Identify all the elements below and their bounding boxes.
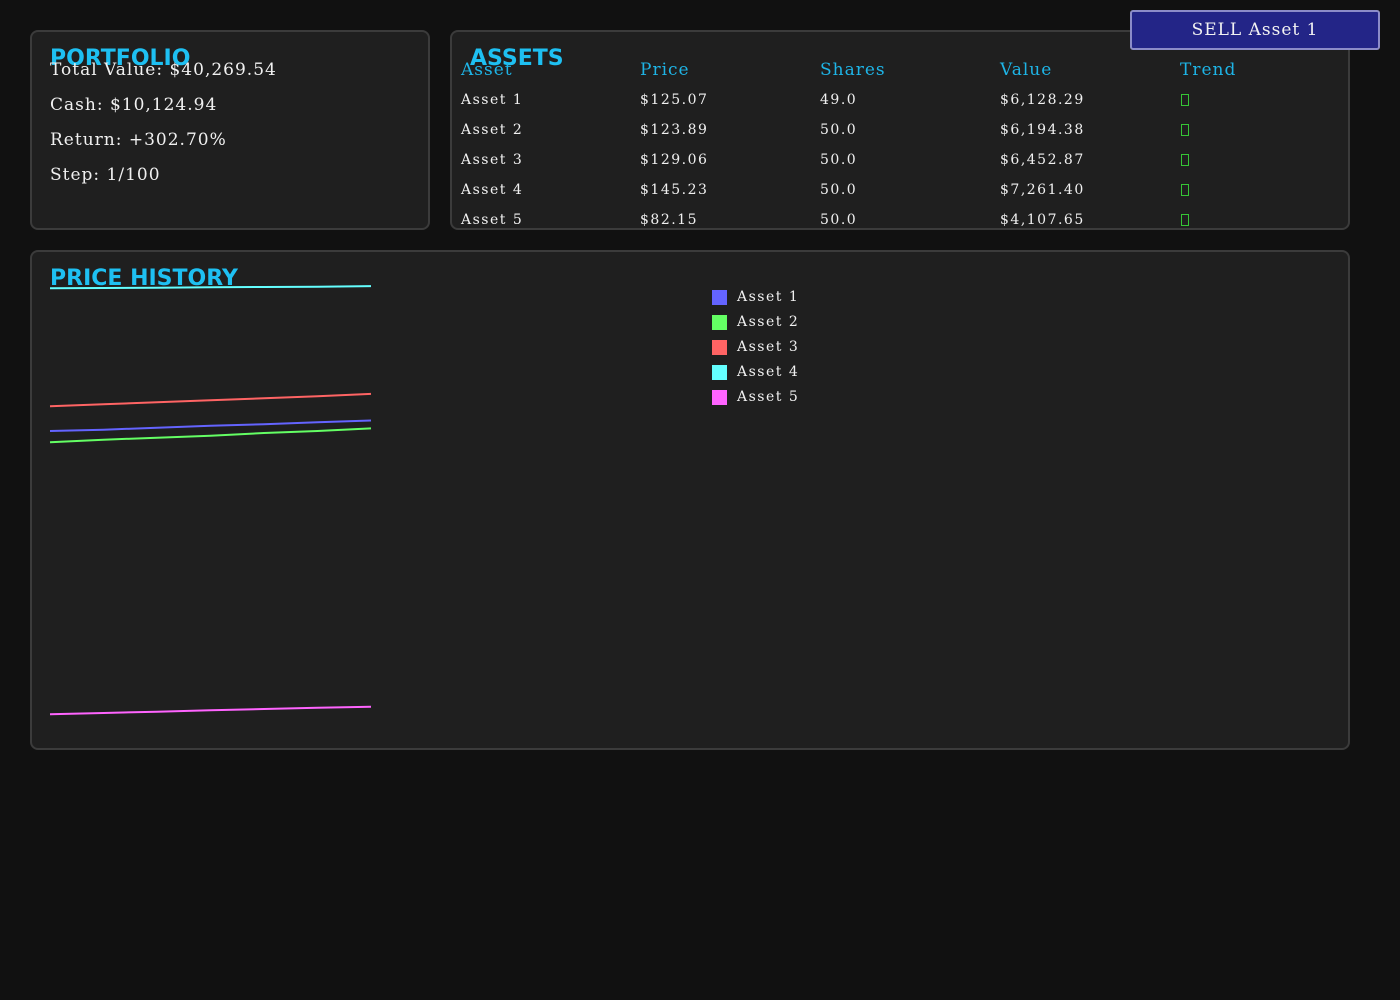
- table-row[interactable]: Asset 4 $145.23 50.0 $7,261.40: [452, 182, 1348, 212]
- assets-panel: ASSETS Asset Price Shares Value Trend As…: [450, 30, 1350, 230]
- shares-cell: 49.0: [820, 92, 858, 108]
- value-cell: $6,452.87: [1000, 152, 1085, 168]
- price-cell: $125.07: [640, 92, 709, 108]
- shares-cell: 50.0: [820, 182, 858, 198]
- portfolio-panel: PORTFOLIO Total Value: $40,269.54 Cash: …: [30, 30, 430, 230]
- table-row[interactable]: Asset 1 $125.07 49.0 $6,128.29: [452, 92, 1348, 122]
- price-history-panel: PRICE HISTORY Asset 1 Asset 2 Asset 3 As…: [30, 250, 1350, 750]
- shares-cell: 50.0: [820, 212, 858, 228]
- legend-label: Asset 3: [737, 339, 800, 355]
- trend-up-icon: [1181, 124, 1189, 136]
- trend-up-icon: [1181, 184, 1189, 196]
- shares-cell: 50.0: [820, 122, 858, 138]
- column-header-asset: Asset: [461, 60, 513, 80]
- series-line-asset-1: [49, 419, 372, 432]
- price-cell: $145.23: [640, 182, 709, 198]
- legend-swatch: [712, 340, 727, 355]
- series-line-asset-5: [49, 705, 372, 716]
- table-row[interactable]: Asset 5 $82.15 50.0 $4,107.65: [452, 212, 1348, 228]
- value-cell: $4,107.65: [1000, 212, 1085, 228]
- asset-name-cell: Asset 4: [461, 182, 524, 198]
- trend-up-icon: [1181, 214, 1189, 226]
- table-row[interactable]: Asset 3 $129.06 50.0 $6,452.87: [452, 152, 1348, 182]
- value-cell: $6,194.38: [1000, 122, 1085, 138]
- sell-asset-button[interactable]: SELL Asset 1: [1130, 10, 1380, 50]
- price-cell: $123.89: [640, 122, 709, 138]
- asset-name-cell: Asset 3: [461, 152, 524, 168]
- total-value-text: Total Value: $40,269.54: [50, 60, 277, 80]
- value-cell: $6,128.29: [1000, 92, 1085, 108]
- shares-cell: 50.0: [820, 152, 858, 168]
- legend-swatch: [712, 390, 727, 405]
- column-header-value: Value: [1000, 60, 1053, 80]
- legend-swatch: [712, 290, 727, 305]
- legend-swatch: [712, 365, 727, 380]
- asset-name-cell: Asset 1: [461, 92, 524, 108]
- legend-swatch: [712, 315, 727, 330]
- value-cell: $7,261.40: [1000, 182, 1085, 198]
- price-cell: $129.06: [640, 152, 709, 168]
- column-header-price: Price: [640, 60, 690, 80]
- legend-label: Asset 4: [737, 364, 800, 380]
- trend-up-icon: [1181, 94, 1189, 106]
- return-text: Return: +302.70%: [50, 130, 227, 150]
- series-line-asset-3: [49, 392, 372, 408]
- legend-label: Asset 2: [737, 314, 800, 330]
- legend-label: Asset 1: [737, 289, 800, 305]
- legend-label: Asset 5: [737, 389, 800, 405]
- price-history-title: PRICE HISTORY: [50, 266, 238, 291]
- column-header-trend: Trend: [1180, 60, 1237, 80]
- asset-name-cell: Asset 5: [461, 212, 524, 228]
- asset-name-cell: Asset 2: [461, 122, 524, 138]
- column-header-shares: Shares: [820, 60, 886, 80]
- price-cell: $82.15: [640, 212, 698, 228]
- trend-up-icon: [1181, 154, 1189, 166]
- table-row[interactable]: Asset 2 $123.89 50.0 $6,194.38: [452, 122, 1348, 152]
- step-text: Step: 1/100: [50, 165, 161, 185]
- cash-text: Cash: $10,124.94: [50, 95, 218, 115]
- price-history-chart: [49, 285, 372, 716]
